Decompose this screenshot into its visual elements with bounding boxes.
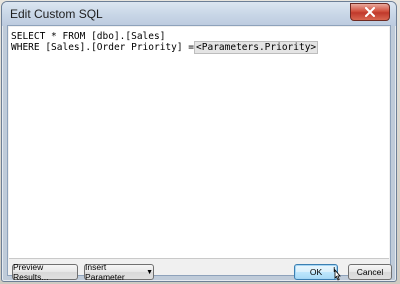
preview-results-button[interactable]: Preview Results... xyxy=(12,262,78,282)
title-bar: Edit Custom SQL xyxy=(2,2,396,26)
sql-line-2: WHERE [Sales].[Order Priority] = <Paramet… xyxy=(11,41,387,54)
ok-label: OK xyxy=(309,267,323,277)
mouse-cursor-icon xyxy=(333,267,341,281)
cancel-label: Cancel xyxy=(356,267,384,277)
close-button[interactable] xyxy=(350,3,390,21)
preview-results-label: Preview Results... xyxy=(13,262,49,282)
dialog-title: Edit Custom SQL xyxy=(10,7,103,21)
insert-parameter-label: Insert Parameter xyxy=(85,262,125,282)
cancel-button[interactable]: Cancel xyxy=(348,264,392,280)
chevron-down-icon: ▼ xyxy=(146,268,153,276)
insert-parameter-button[interactable]: Insert Parameter ▼ xyxy=(84,262,154,282)
edit-custom-sql-dialog: Edit Custom SQL SELECT * FROM [dbo].[Sal… xyxy=(1,1,397,282)
sql-editor[interactable]: SELECT * FROM [dbo].[Sales] WHERE [Sales… xyxy=(9,27,389,259)
dialog-body: SELECT * FROM [dbo].[Sales] WHERE [Sales… xyxy=(7,25,392,282)
close-icon xyxy=(365,7,375,17)
parameter-token[interactable]: <Parameters.Priority> xyxy=(194,41,319,54)
sql-where-clause: WHERE [Sales].[Order Priority] = xyxy=(11,42,195,53)
